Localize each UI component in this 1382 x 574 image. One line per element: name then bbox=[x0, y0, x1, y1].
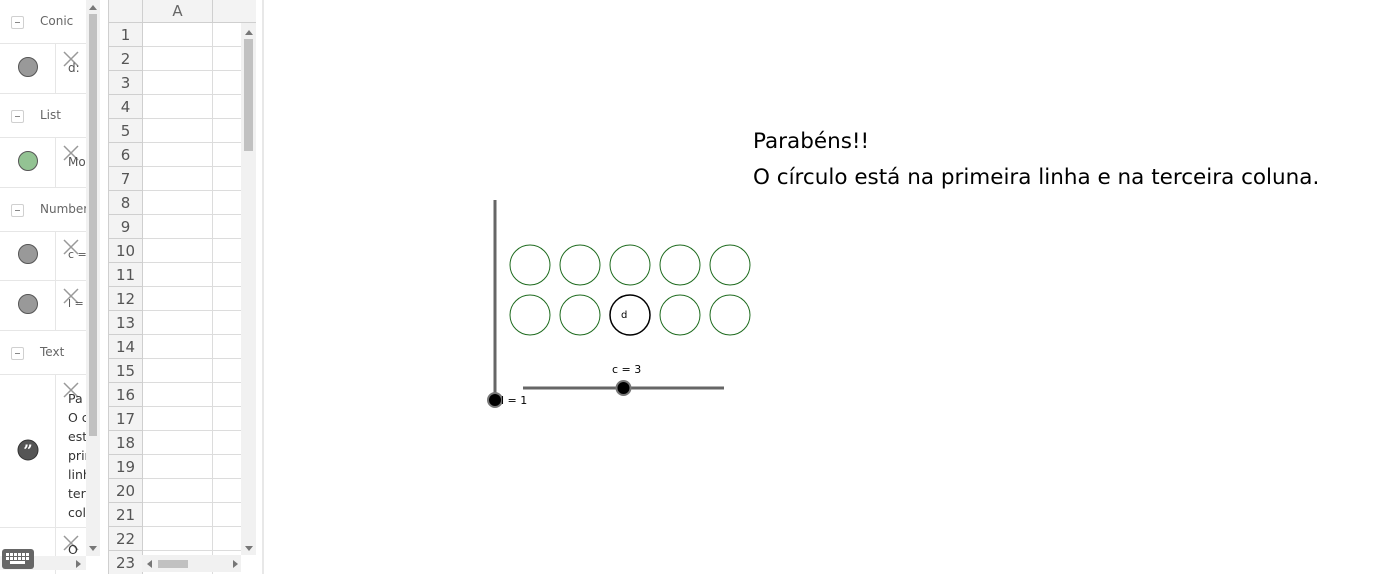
message-line-2: O círculo está na primeira linha e na te… bbox=[753, 165, 1320, 190]
result-message: Parabéns!! O círculo está na primeira li… bbox=[753, 124, 1319, 196]
slider-c-label: c = 3 bbox=[612, 363, 641, 376]
grid-circle[interactable] bbox=[509, 294, 551, 336]
grid-circle[interactable] bbox=[559, 294, 601, 336]
selected-circle-d[interactable] bbox=[609, 294, 651, 336]
slider-c-handle[interactable] bbox=[615, 380, 632, 396]
grid-circle[interactable] bbox=[709, 244, 751, 286]
grid-circle[interactable] bbox=[709, 294, 751, 336]
grid-circle[interactable] bbox=[509, 244, 551, 286]
graphics-view[interactable]: d c = 3 l = 1 bbox=[0, 0, 1382, 574]
message-line-1: Parabéns!! bbox=[753, 129, 870, 154]
slider-l-handle[interactable] bbox=[487, 392, 503, 408]
circle-label: d bbox=[621, 310, 627, 321]
slider-l-label: l = 1 bbox=[501, 394, 527, 407]
grid-circle[interactable] bbox=[559, 244, 601, 286]
grid-circle[interactable] bbox=[609, 244, 651, 286]
grid-circle[interactable] bbox=[659, 294, 701, 336]
circle-grid: d bbox=[509, 244, 751, 336]
grid-circle[interactable] bbox=[659, 244, 701, 286]
